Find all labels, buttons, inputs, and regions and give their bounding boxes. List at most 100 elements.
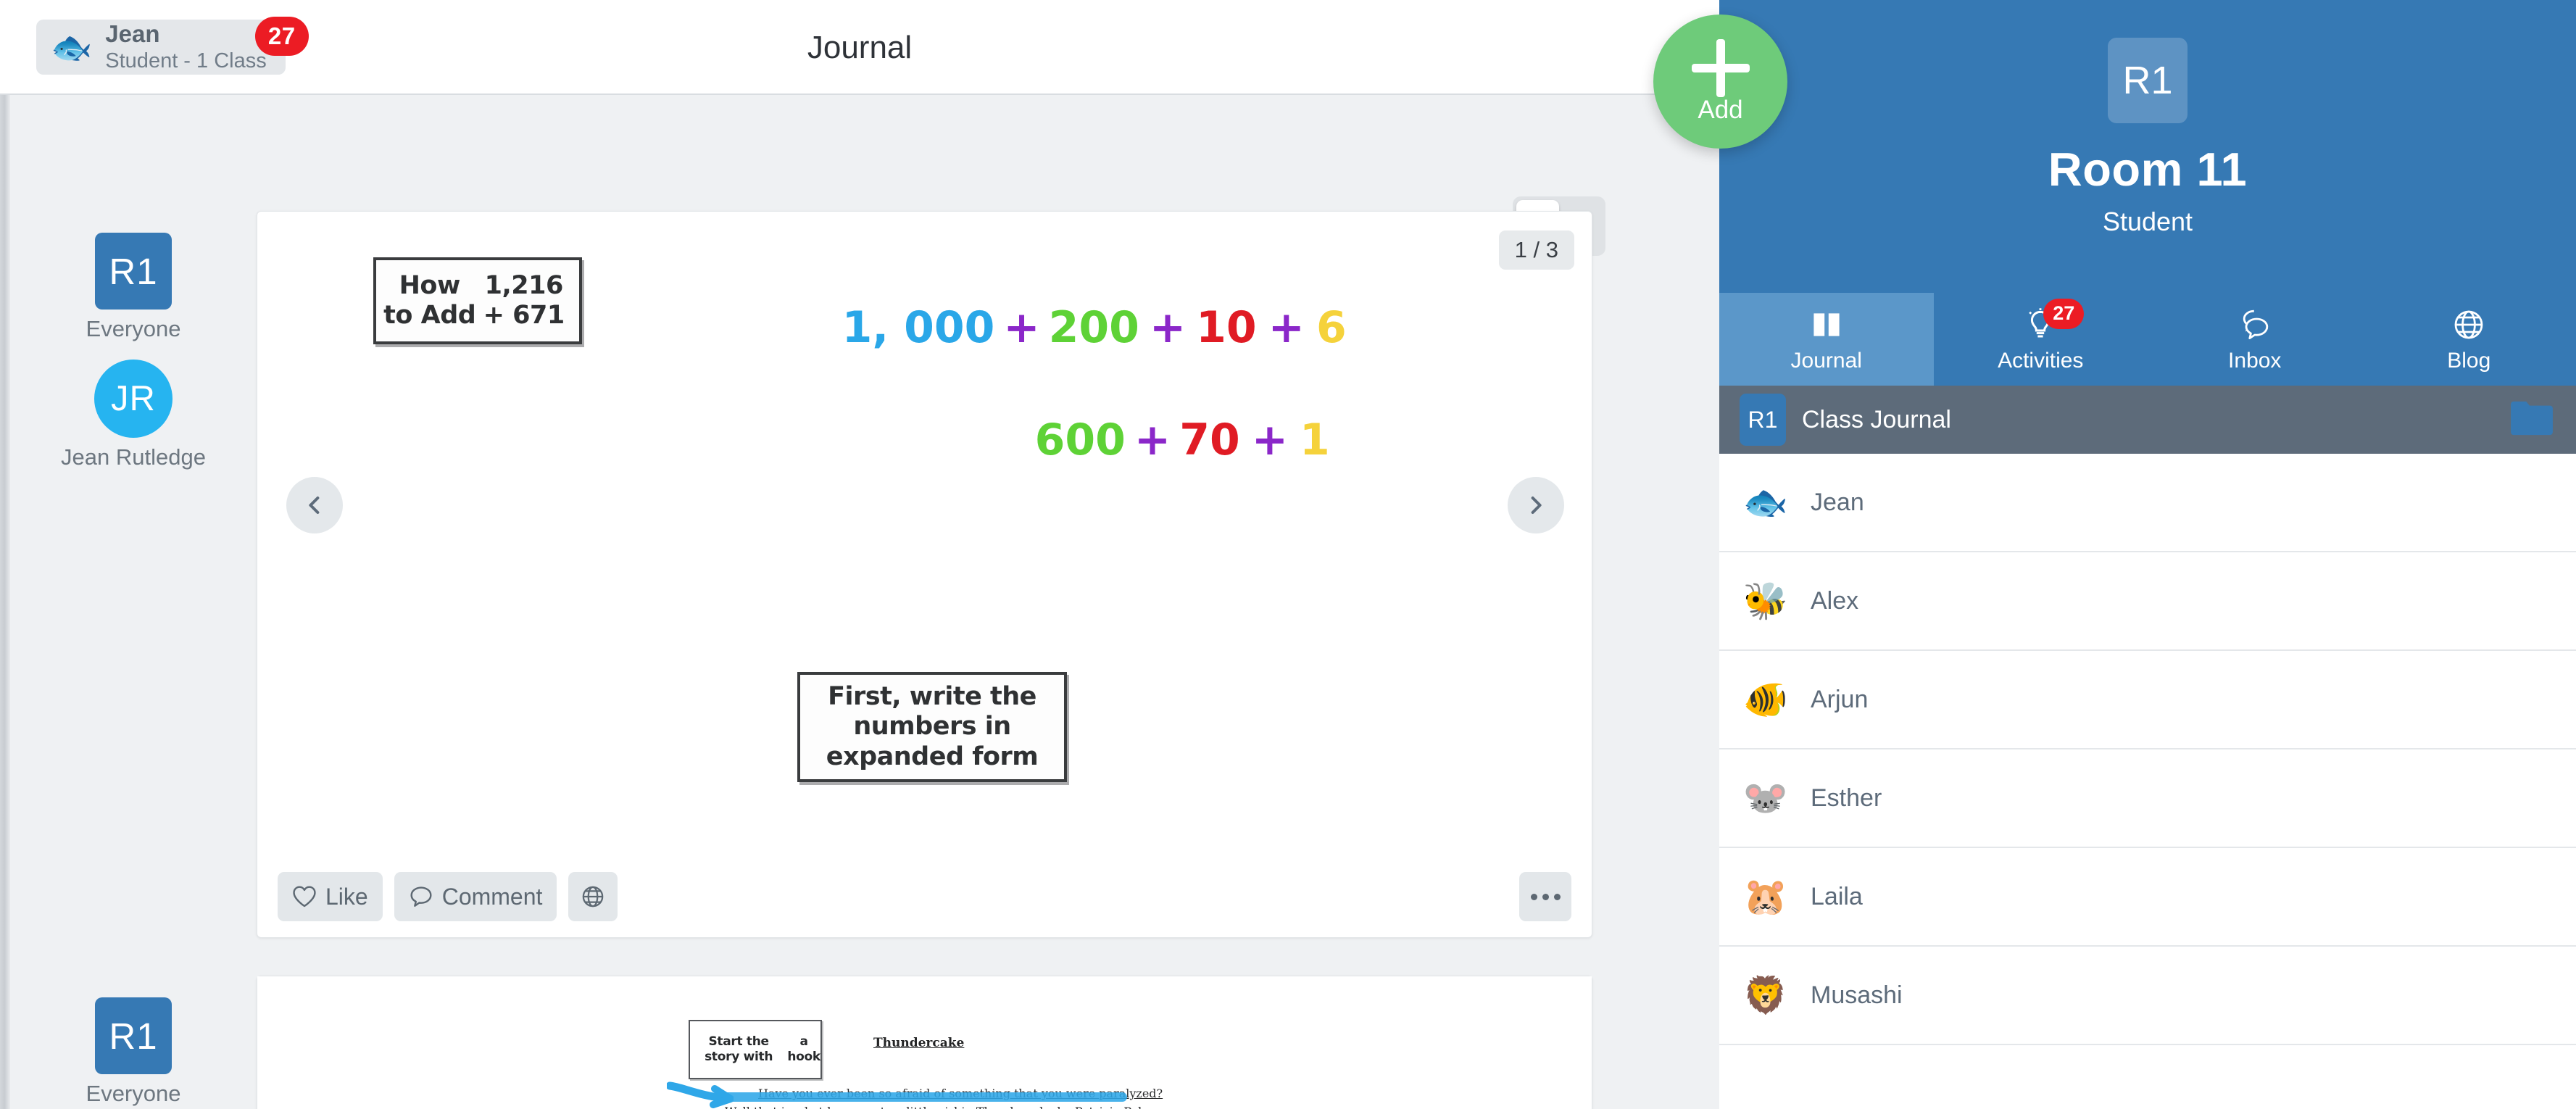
tab-activities-label: Activities — [1998, 348, 2084, 373]
student-avatar-emoji: 🐹 — [1742, 876, 1789, 917]
slide-prev-button[interactable] — [286, 477, 343, 533]
student-avatar-emoji: 🦁 — [1742, 974, 1789, 1015]
comment-button-label: Comment — [441, 883, 543, 910]
journal-feed: R1 Everyone JR Jean Rutledge 1 / 3 How t… — [10, 95, 1719, 1109]
sidebar-item-class-journal[interactable]: R1 Class Journal — [1719, 386, 2576, 454]
lightbulb-icon: 27 — [2023, 298, 2085, 344]
globe-icon — [583, 886, 604, 907]
student-name: Jean — [1811, 488, 1864, 516]
class-journal-badge: R1 — [1740, 394, 1786, 446]
student-name: Esther — [1811, 784, 1882, 812]
annotation-arrow-icon — [667, 1081, 734, 1108]
tab-journal-label: Journal — [1790, 348, 1862, 373]
class-header-role: Student — [2102, 207, 2193, 236]
student-avatar-emoji: 🐠 — [1742, 678, 1789, 720]
add-button-label: Add — [1698, 95, 1743, 124]
slide-canvas[interactable]: How to Add 1,216 + 671 1, 000 +200 +10 +6 6… — [257, 212, 1592, 799]
post-card: Start the story with a hook Thundercake … — [257, 976, 1592, 1109]
class-header: R1 Room 11 Student — [1719, 0, 2576, 293]
more-options-icon — [1530, 893, 1537, 900]
list-item[interactable]: 🐭 Esther — [1719, 749, 2576, 848]
post-more-options-button[interactable] — [1519, 872, 1571, 921]
class-journal-label: Class Journal — [1802, 405, 1951, 433]
app-root: Journal 🐟 Jean Student - 1 Class 27 R1 E… — [0, 0, 2576, 1109]
post-aside: R1 Everyone JR Jean Rutledge — [10, 211, 257, 938]
handwriting-row-2: 600 +70 +1 — [853, 364, 1330, 516]
hw-term-70: 70 — [1179, 415, 1240, 465]
user-subtitle: Student - 1 Class — [105, 49, 267, 73]
notification-badge: 27 — [254, 17, 309, 56]
user-name: Jean — [105, 20, 160, 48]
hw-plus-3: + — [1268, 302, 1305, 353]
class-sidebar: R1 Room 11 Student Journal 27 Activities… — [1719, 0, 2576, 1109]
doc-tip-line2: a hook — [787, 1034, 820, 1064]
tab-inbox[interactable]: Inbox — [2148, 293, 2362, 386]
tab-journal[interactable]: Journal — [1719, 293, 1934, 386]
slide-canvas[interactable]: Start the story with a hook Thundercake … — [257, 976, 1592, 1109]
class-header-badge: R1 — [2108, 38, 2187, 123]
user-profile-chip[interactable]: 🐟 Jean Student - 1 Class 27 — [36, 17, 309, 75]
journal-post: R1 Everyone JR Jean Rutledge 1 / 3 How t… — [10, 211, 1677, 1044]
slide-tip-box-2: First, write the numbers in expanded for… — [797, 672, 1067, 782]
student-avatar-emoji: 🐟 — [1742, 481, 1789, 523]
user-avatar-emoji: 🐟 — [51, 28, 93, 66]
folder-icon — [2508, 399, 2556, 441]
add-button[interactable]: Add — [1653, 14, 1787, 149]
post-actions-bar: Like Comment — [257, 856, 1592, 937]
document-preview: Start the story with a hook Thundercake … — [257, 976, 1592, 1109]
hw-plus-4: + — [1134, 415, 1171, 465]
post-aside: R1 Everyone — [10, 976, 257, 1109]
author-avatar[interactable]: JR — [94, 360, 173, 438]
post-card: 1 / 3 How to Add 1,216 + 671 1, 000 +200 +… — [257, 211, 1592, 1044]
book-icon — [1809, 306, 1844, 344]
document-book-link: Thundercake — [976, 1105, 1054, 1109]
slide-tip-box-1: Start the story with a hook — [689, 1020, 822, 1079]
list-item[interactable]: 🐟 Jean — [1719, 454, 2576, 552]
heart-icon — [293, 886, 316, 907]
list-item[interactable]: 🦁 Musashi — [1719, 947, 2576, 1045]
hw-plus-1: + — [1003, 302, 1040, 353]
highlight-stroke — [721, 1092, 1127, 1102]
student-name: Arjun — [1811, 685, 1869, 713]
left-panel-edge — [0, 95, 10, 1109]
journal-post: R1 Everyone Start the story with a hook … — [10, 976, 1677, 1109]
hw-plus-2: + — [1149, 302, 1187, 353]
chevron-right-icon — [1531, 497, 1542, 514]
chevron-left-icon — [309, 497, 320, 514]
chat-bubbles-icon — [2238, 306, 2272, 344]
hw-term-1: 1 — [1299, 415, 1330, 465]
sidebar-tab-bar: Journal 27 Activities Inbox Blog — [1719, 293, 2576, 386]
like-button[interactable]: Like — [278, 872, 383, 921]
tab-inbox-label: Inbox — [2228, 348, 2282, 373]
list-item[interactable]: 🐹 Laila — [1719, 848, 2576, 947]
class-header-title: Room 11 — [2048, 143, 2248, 196]
document-title: Thundercake — [873, 1036, 965, 1050]
plus-icon — [1691, 38, 1750, 97]
student-avatar-emoji: 🐭 — [1742, 777, 1789, 818]
share-visibility-button[interactable] — [568, 872, 618, 921]
hw-plus-5: + — [1251, 415, 1288, 465]
hw-term-200: 200 — [1048, 302, 1139, 353]
class-avatar[interactable]: R1 — [95, 233, 172, 310]
top-bar: Journal 🐟 Jean Student - 1 Class 27 — [0, 0, 1719, 95]
list-item[interactable]: 🐠 Arjun — [1719, 651, 2576, 749]
tab-activities[interactable]: 27 Activities — [1934, 293, 2148, 386]
class-avatar-label: Everyone — [86, 1081, 181, 1106]
tab-blog[interactable]: Blog — [2362, 293, 2576, 386]
document-body-mid: Well that is what happens to a little gi… — [725, 1105, 976, 1109]
activities-badge: 27 — [2043, 298, 2085, 329]
doc-tip-line1: Start the story with — [705, 1034, 773, 1064]
hw-term-600: 600 — [1034, 415, 1126, 465]
slide-next-button[interactable] — [1508, 477, 1564, 533]
class-avatar[interactable]: R1 — [95, 997, 172, 1074]
comment-button[interactable]: Comment — [394, 872, 557, 921]
list-item[interactable]: 🐝 Alex — [1719, 552, 2576, 651]
student-name: Alex — [1811, 586, 1859, 615]
student-avatar-emoji: 🐝 — [1742, 580, 1789, 621]
slide-tip-line2: 1,216 + 671 — [483, 270, 565, 330]
student-name: Musashi — [1811, 981, 1903, 1009]
globe-icon — [2451, 306, 2486, 344]
class-avatar-label: Everyone — [86, 316, 181, 341]
tab-blog-label: Blog — [2447, 348, 2491, 373]
comment-bubble-icon — [410, 886, 432, 907]
